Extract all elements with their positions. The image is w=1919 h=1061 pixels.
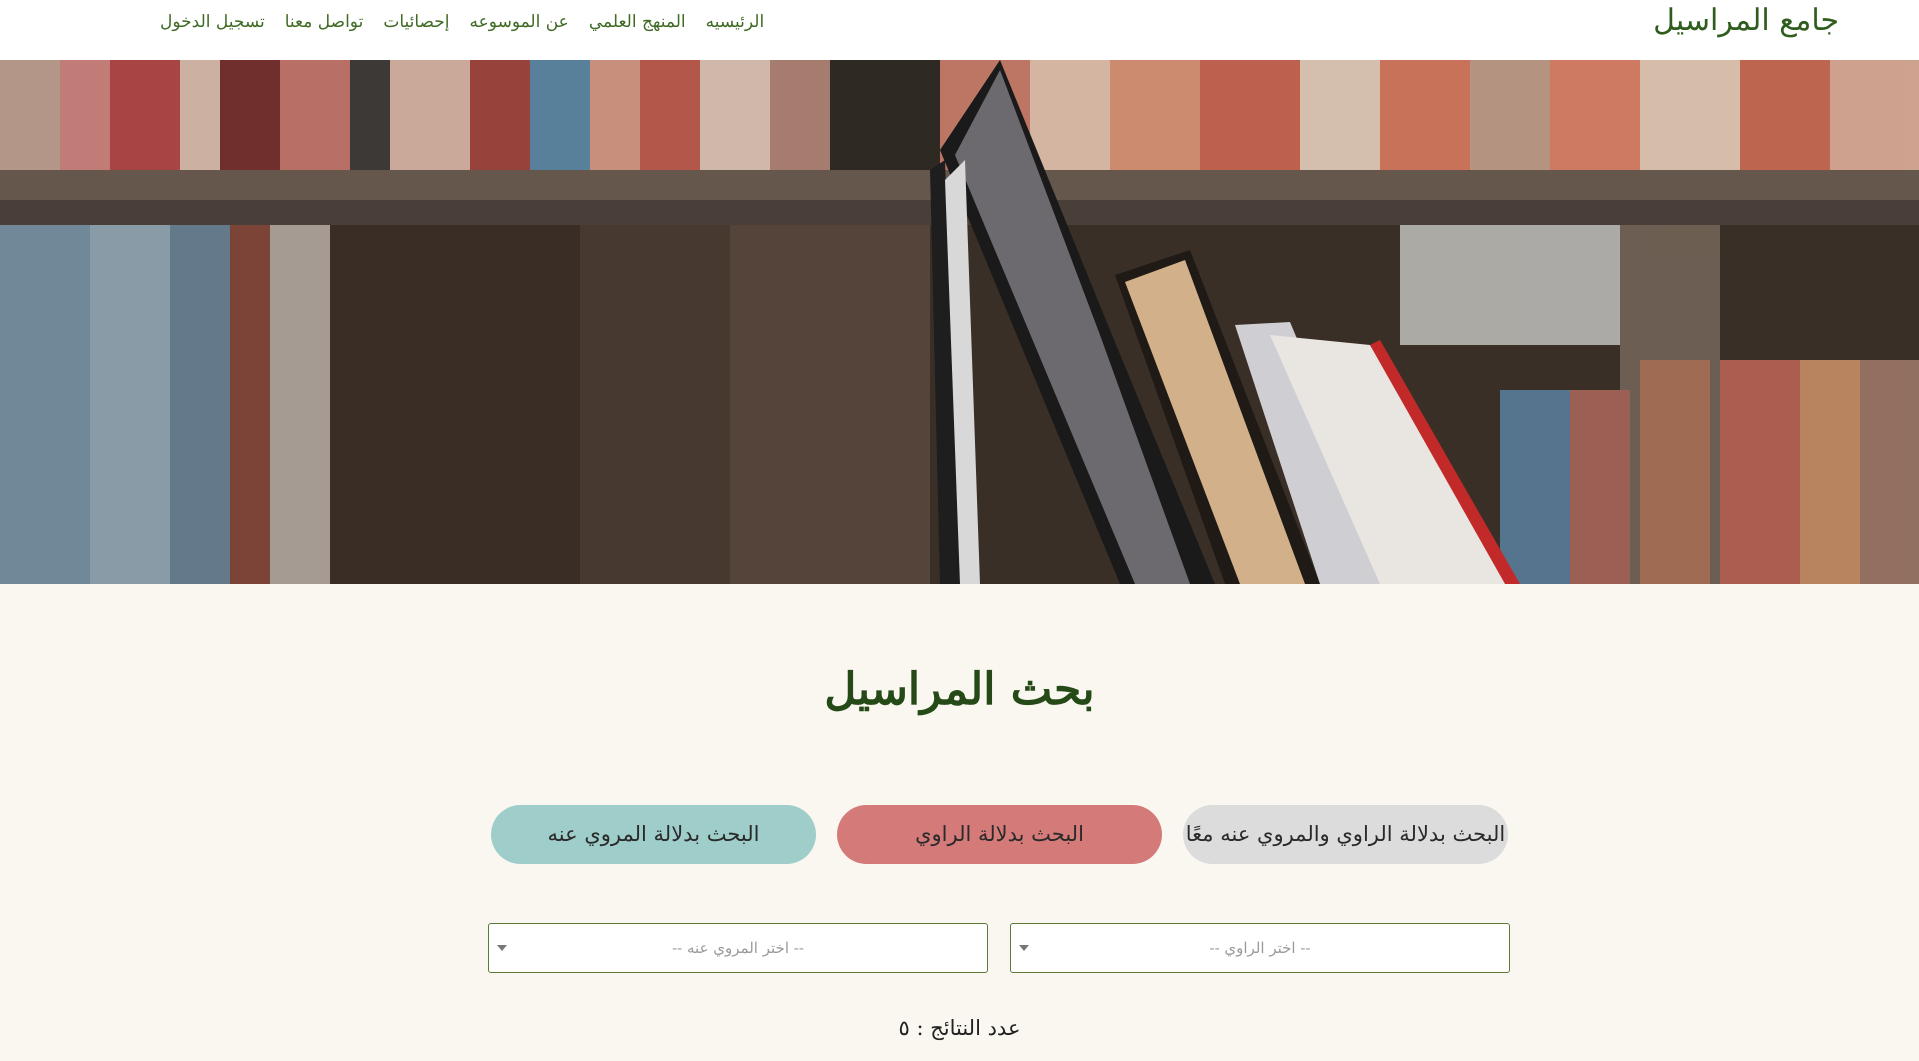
main-nav: الرئيسيه المنهج العلمي عن الموسوعه إحصائ… bbox=[160, 0, 764, 44]
search-both-button[interactable]: البحث بدلالة الراوي والمروي عنه معًا bbox=[1183, 805, 1508, 864]
books-photo bbox=[0, 60, 1919, 584]
nav-about-link[interactable]: عن الموسوعه bbox=[470, 12, 569, 32]
search-narrator-button[interactable]: البحث بدلالة الراوي bbox=[837, 805, 1162, 864]
page-title: بحث المراسيل bbox=[824, 664, 1095, 715]
nav-contact-link[interactable]: تواصل معنا bbox=[285, 12, 364, 32]
nav-methodology-link[interactable]: المنهج العلمي bbox=[589, 12, 686, 32]
narrator-select-value: -- اختر الراوي -- bbox=[1209, 939, 1311, 957]
narrator-select[interactable]: -- اختر الراوي -- bbox=[1010, 923, 1510, 973]
hero-banner-image bbox=[0, 60, 1919, 584]
search-narrated-button[interactable]: البحث بدلالة المروي عنه bbox=[491, 805, 816, 864]
site-logo[interactable]: جامع المراسيل bbox=[1653, 0, 1839, 42]
top-navbar: جامع المراسيل الرئيسيه المنهج العلمي عن … bbox=[0, 0, 1919, 60]
nav-home-link[interactable]: الرئيسيه bbox=[706, 12, 765, 32]
narrated-select-value: -- اختر المروي عنه -- bbox=[672, 939, 804, 957]
dropdown-arrow-icon bbox=[497, 945, 507, 951]
results-label: عدد النتائج : bbox=[916, 1016, 1021, 1040]
search-section: بحث المراسيل البحث بدلالة الراوي والمروي… bbox=[0, 584, 1919, 1061]
nav-login-link[interactable]: تسجيل الدخول bbox=[160, 12, 265, 32]
nav-statistics-link[interactable]: إحصائيات bbox=[383, 12, 449, 32]
results-count: عدد النتائج : ٥ bbox=[0, 1016, 1919, 1040]
results-value: ٥ bbox=[898, 1016, 910, 1040]
narrated-select[interactable]: -- اختر المروي عنه -- bbox=[488, 923, 988, 973]
dropdown-arrow-icon bbox=[1019, 945, 1029, 951]
